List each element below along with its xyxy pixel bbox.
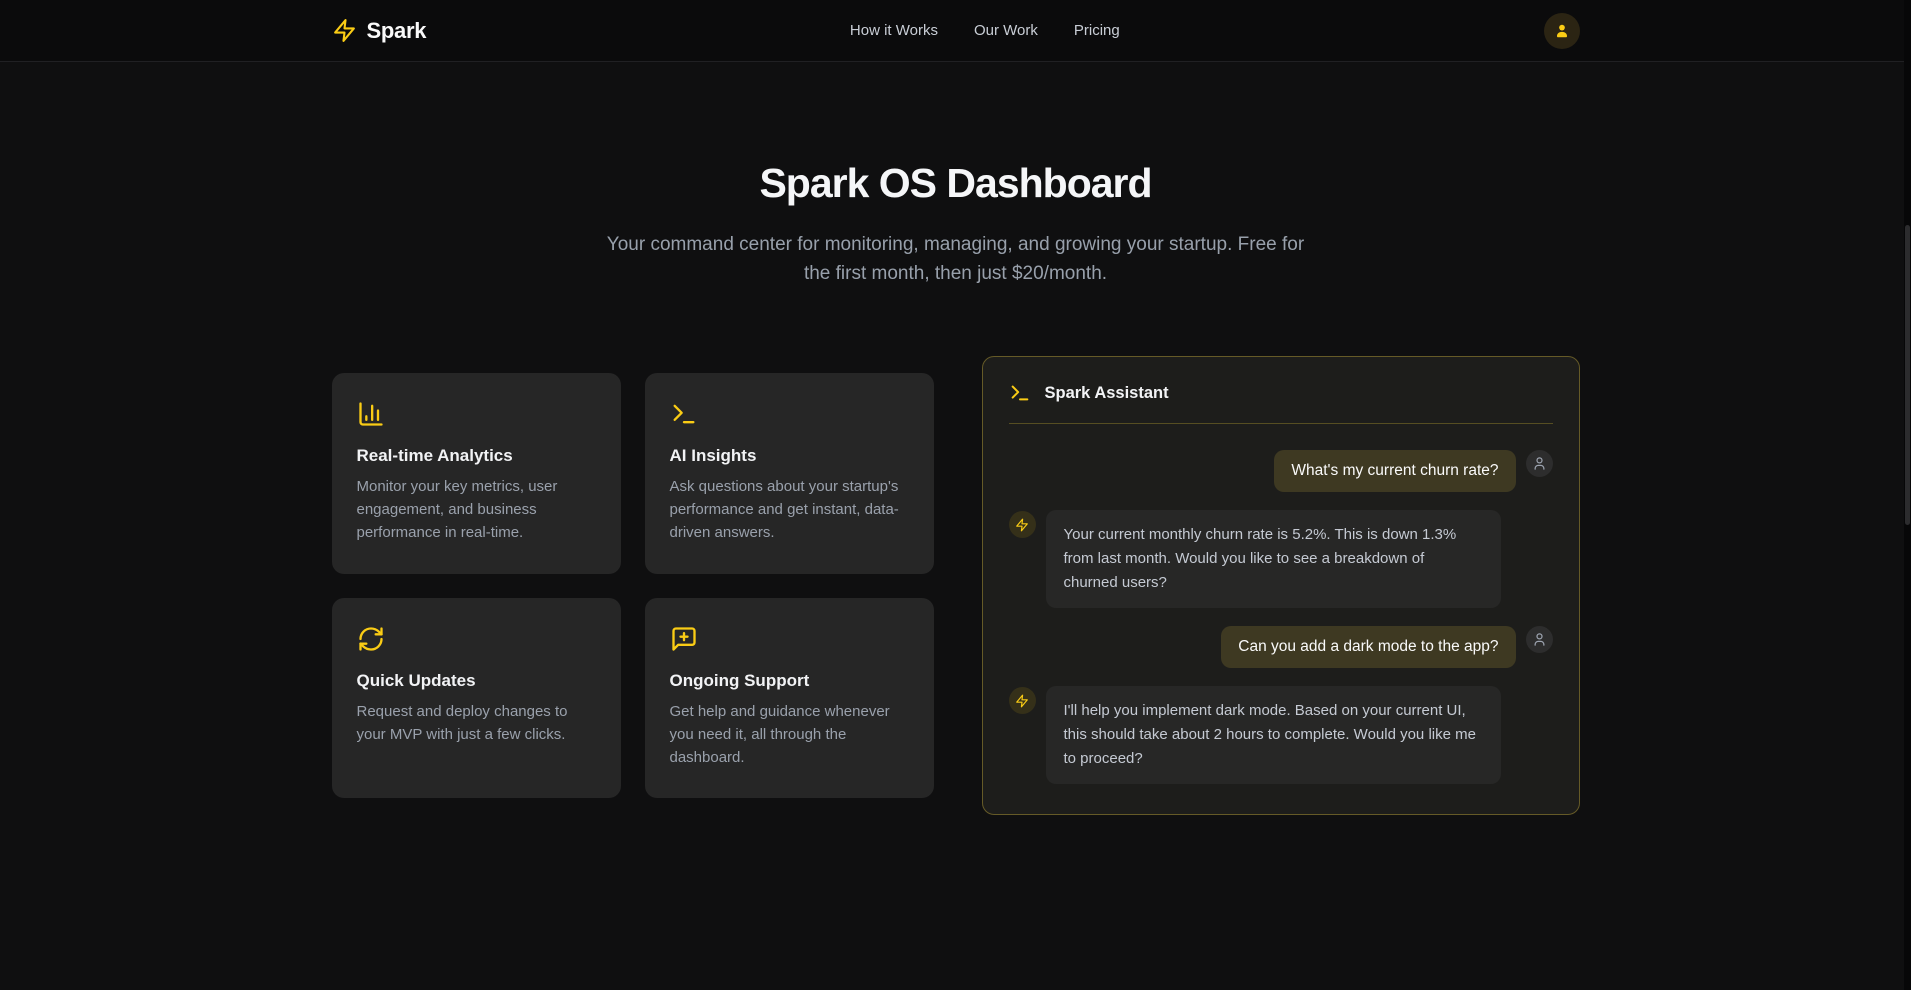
main-section: Real-time Analytics Monitor your key met… xyxy=(332,356,1580,815)
nav-link-our-work[interactable]: Our Work xyxy=(974,22,1038,39)
scrollbar-thumb[interactable] xyxy=(1905,225,1910,525)
spark-assistant-panel: Spark Assistant What's my current churn … xyxy=(982,356,1580,815)
feature-title: Real-time Analytics xyxy=(357,446,596,466)
navbar: Spark How it Works Our Work Pricing xyxy=(0,0,1911,62)
chat-messages: What's my current churn rate? xyxy=(983,424,1579,814)
feature-card-ai-insights: AI Insights Ask questions about your sta… xyxy=(645,373,934,574)
message-square-plus-icon xyxy=(670,625,909,653)
nav-links: How it Works Our Work Pricing xyxy=(426,22,1543,39)
features-grid: Real-time Analytics Monitor your key met… xyxy=(332,373,934,799)
feature-title: Ongoing Support xyxy=(670,671,909,691)
page-subtitle: Your command center for monitoring, mana… xyxy=(596,231,1316,288)
feature-description: Monitor your key metrics, user engagemen… xyxy=(357,475,596,545)
user-icon xyxy=(1553,22,1571,40)
feature-description: Get help and guidance whenever you need … xyxy=(670,700,909,770)
assistant-message-bubble: Your current monthly churn rate is 5.2%.… xyxy=(1046,510,1501,608)
zap-icon xyxy=(332,18,357,43)
terminal-icon xyxy=(1009,382,1031,404)
feature-description: Request and deploy changes to your MVP w… xyxy=(357,700,596,747)
nav-link-pricing[interactable]: Pricing xyxy=(1074,22,1120,39)
feature-card-realtime-analytics: Real-time Analytics Monitor your key met… xyxy=(332,373,621,574)
zap-icon xyxy=(1015,694,1029,708)
user-icon xyxy=(1532,632,1547,647)
avatar xyxy=(1009,511,1036,538)
chat-message-user: What's my current churn rate? xyxy=(1009,450,1553,492)
page-scrollbar xyxy=(1904,0,1911,990)
chat-message-assistant: I'll help you implement dark mode. Based… xyxy=(1009,686,1553,784)
account-avatar-button[interactable] xyxy=(1544,13,1580,49)
assistant-message-bubble: I'll help you implement dark mode. Based… xyxy=(1046,686,1501,784)
assistant-panel-title: Spark Assistant xyxy=(1045,384,1169,403)
nav-link-how-it-works[interactable]: How it Works xyxy=(850,22,938,39)
brand-name: Spark xyxy=(367,18,427,44)
feature-description: Ask questions about your startup's perfo… xyxy=(670,475,909,545)
avatar xyxy=(1526,450,1553,477)
chat-message-assistant: Your current monthly churn rate is 5.2%.… xyxy=(1009,510,1553,608)
user-message-bubble: What's my current churn rate? xyxy=(1274,450,1515,492)
feature-title: AI Insights xyxy=(670,446,909,466)
avatar xyxy=(1526,626,1553,653)
terminal-icon xyxy=(670,400,909,428)
feature-title: Quick Updates xyxy=(357,671,596,691)
page-title: Spark OS Dashboard xyxy=(0,160,1911,207)
navbar-container: Spark How it Works Our Work Pricing xyxy=(332,13,1580,49)
zap-icon xyxy=(1015,518,1029,532)
chart-column-icon xyxy=(357,400,596,428)
brand-logo[interactable]: Spark xyxy=(332,18,427,44)
avatar xyxy=(1009,687,1036,714)
user-message-bubble: Can you add a dark mode to the app? xyxy=(1221,626,1515,668)
hero-section: Spark OS Dashboard Your command center f… xyxy=(0,62,1911,288)
refresh-icon xyxy=(357,625,596,653)
user-icon xyxy=(1532,456,1547,471)
feature-card-quick-updates: Quick Updates Request and deploy changes… xyxy=(332,598,621,799)
chat-message-user: Can you add a dark mode to the app? xyxy=(1009,626,1553,668)
assistant-panel-header: Spark Assistant xyxy=(983,357,1579,423)
feature-card-ongoing-support: Ongoing Support Get help and guidance wh… xyxy=(645,598,934,799)
